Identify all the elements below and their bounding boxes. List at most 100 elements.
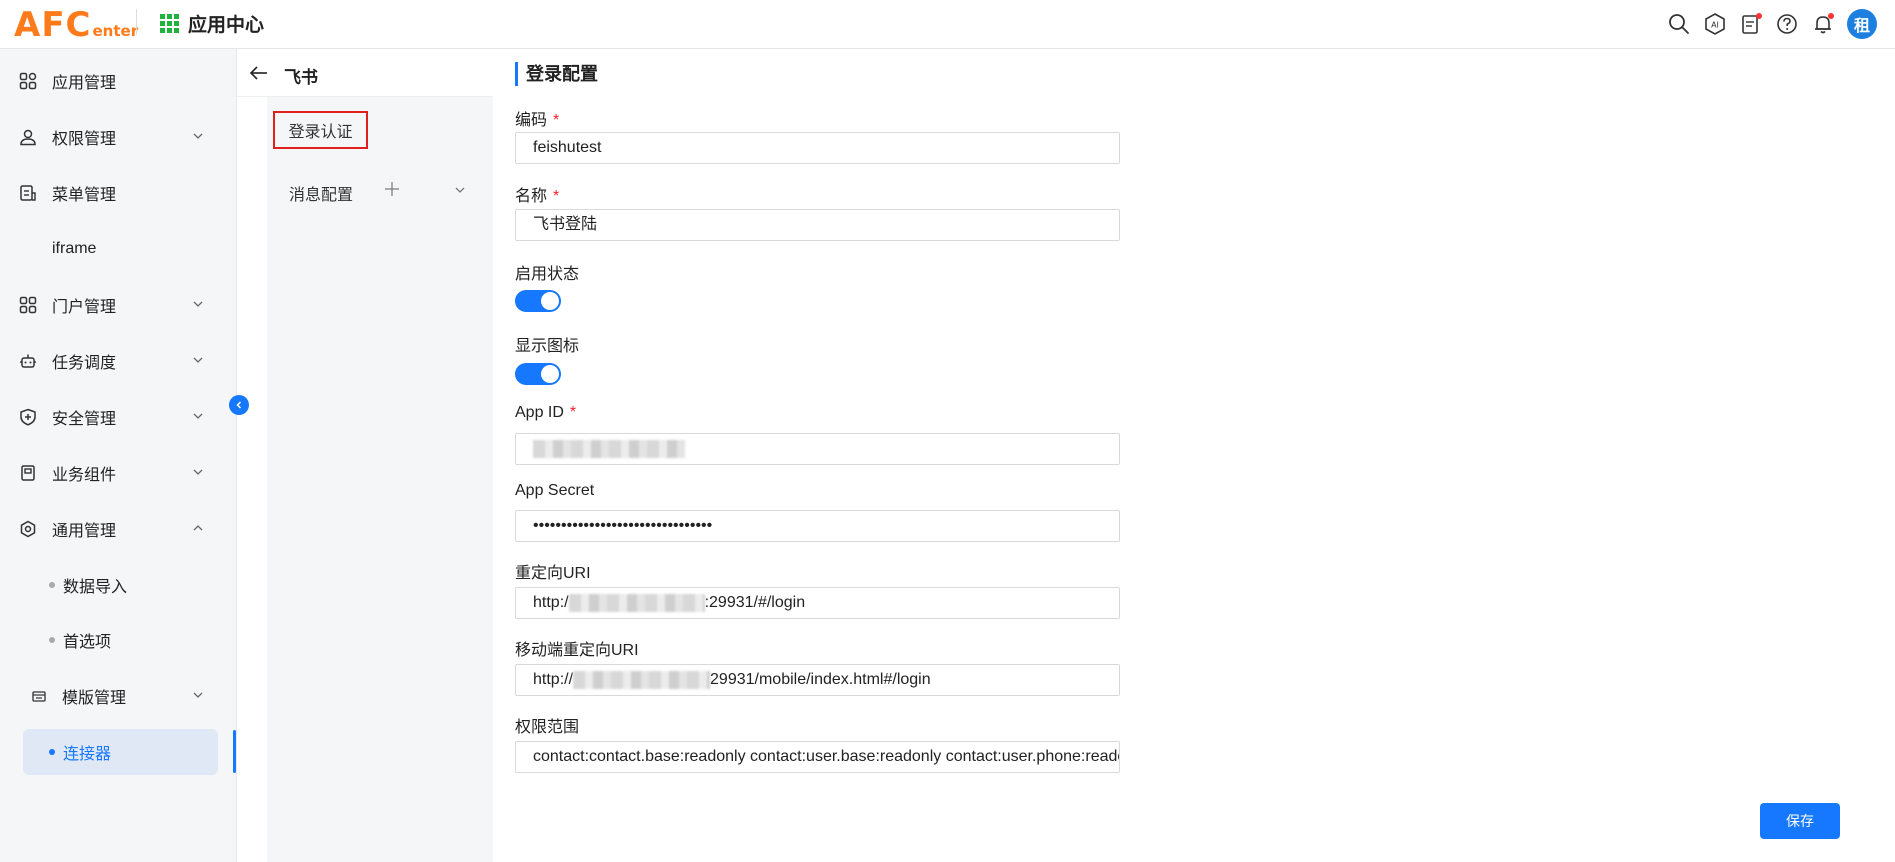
sidebar-item-label: 应用管理 — [52, 75, 117, 92]
app-center-link[interactable]: 应用中心 — [160, 10, 264, 37]
component-icon — [17, 462, 39, 484]
sidebar-collapse-button[interactable] — [229, 395, 249, 415]
required-mark: * — [553, 188, 560, 205]
menu-item-login-auth[interactable]: 登录认证 — [273, 111, 368, 149]
chevron-down-icon — [193, 413, 203, 419]
bell-badge — [1828, 13, 1834, 19]
chevron-down-icon[interactable] — [454, 184, 466, 196]
sidebar-item-app-management[interactable]: 应用管理 — [0, 61, 237, 101]
chevron-down-icon — [193, 133, 203, 139]
sidebar-item-permission[interactable]: 权限管理 — [0, 117, 237, 157]
app-secret-label: App Secret — [515, 482, 595, 499]
afc-logo[interactable]: AFC enter — [14, 2, 138, 42]
code-label: 编码 * — [515, 106, 559, 130]
app-grid-icon — [160, 13, 180, 34]
robot-icon — [17, 350, 39, 372]
connector-title: 飞书 — [284, 68, 318, 87]
mobile-redirect-uri-input[interactable]: http:// 29931/mobile/index.html#/login — [515, 664, 1120, 696]
user-icon — [17, 126, 39, 148]
save-button[interactable]: 保存 — [1760, 803, 1840, 839]
settings-hex-icon — [17, 518, 39, 540]
enable-status-label: 启用状态 — [515, 266, 580, 283]
enable-status-toggle[interactable] — [515, 290, 561, 312]
redirect-uri-label: 重定向URI — [515, 565, 591, 582]
sidebar-item-business-component[interactable]: 业务组件 — [0, 453, 237, 493]
notes-icon[interactable] — [1739, 12, 1763, 36]
sidebar-item-label: 业务组件 — [52, 467, 117, 484]
sidebar-item-iframe[interactable]: iframe — [0, 229, 237, 269]
scope-input[interactable]: contact:contact.base:readonly contact:us… — [515, 741, 1120, 773]
sidebar-subitem-label: 首选项 — [63, 634, 112, 651]
code-input[interactable]: feishutest — [515, 132, 1120, 164]
menu-item-message-config[interactable]: 消息配置 — [289, 181, 353, 205]
redacted-host — [568, 593, 705, 612]
svg-text:AI: AI — [1711, 21, 1719, 30]
sidebar: 应用管理 权限管理 菜单管理 iframe 门户管理 任务调度 安全管理 业务组… — [0, 49, 237, 862]
required-mark: * — [569, 404, 577, 421]
bullet-dot — [49, 749, 55, 755]
apps-icon — [17, 70, 39, 92]
sidebar-item-task-schedule[interactable]: 任务调度 — [0, 341, 237, 381]
redirect-prefix: http:/ — [533, 594, 569, 611]
sidebar-item-label: 门户管理 — [52, 299, 117, 316]
app-id-input[interactable] — [515, 433, 1120, 465]
back-arrow-icon[interactable] — [249, 64, 269, 82]
sidebar-item-label: 模版管理 — [62, 690, 127, 707]
top-header: AFC enter 应用中心 AI 租 — [0, 0, 1895, 49]
connector-header: 飞书 — [237, 49, 493, 97]
sidebar-item-label: iframe — [52, 240, 97, 257]
show-icon-toggle[interactable] — [515, 363, 561, 385]
notes-badge — [1756, 13, 1762, 19]
mobile-redirect-uri-label: 移动端重定向URI — [515, 642, 639, 659]
code-value: feishutest — [533, 139, 602, 156]
toggle-knob — [541, 365, 559, 383]
sidebar-item-label: 通用管理 — [52, 523, 117, 540]
ai-icon[interactable]: AI — [1703, 12, 1727, 36]
name-input[interactable]: 飞书登陆 — [515, 209, 1120, 241]
template-icon — [28, 685, 50, 707]
chevron-down-icon — [193, 469, 203, 475]
header-divider — [136, 9, 137, 35]
sidebar-item-template[interactable]: 模版管理 — [0, 676, 237, 716]
chevron-down-icon — [193, 357, 203, 363]
connector-menu: 登录认证 消息配置 — [267, 97, 493, 862]
help-icon[interactable] — [1775, 12, 1799, 36]
sidebar-subitem-label: 数据导入 — [63, 579, 128, 596]
sidebar-item-label: 菜单管理 — [52, 187, 117, 204]
name-value: 飞书登陆 — [533, 216, 598, 233]
app-secret-input[interactable]: •••••••••••••••••••••••••••••••• — [515, 510, 1120, 542]
sidebar-item-label: 安全管理 — [52, 411, 117, 428]
bell-icon[interactable] — [1811, 12, 1835, 36]
sidebar-item-label: 权限管理 — [52, 131, 117, 148]
redirect-uri-input[interactable]: http:/:29931/#/login — [515, 587, 1120, 619]
user-avatar[interactable]: 租 — [1847, 9, 1877, 39]
sidebar-subitem-connector[interactable]: 连接器 — [23, 729, 218, 775]
sidebar-item-general[interactable]: 通用管理 — [0, 509, 237, 549]
portal-icon — [17, 294, 39, 316]
header-actions: AI 租 — [1667, 9, 1877, 39]
app-center-title: 应用中心 — [188, 15, 265, 36]
name-label: 名称 * — [515, 182, 559, 206]
menu-doc-icon — [17, 182, 39, 204]
sidebar-item-portal[interactable]: 门户管理 — [0, 285, 237, 325]
sidebar-item-security[interactable]: 安全管理 — [0, 397, 237, 437]
redacted-host — [573, 670, 711, 689]
add-icon[interactable] — [383, 180, 401, 198]
app-id-label: App ID * — [515, 404, 576, 422]
sidebar-subitem-preferences[interactable]: 首选项 — [0, 620, 237, 660]
chevron-down-icon — [193, 692, 203, 698]
mobile-redirect-suffix: 29931/mobile/index.html#/login — [710, 671, 931, 688]
scope-label: 权限范围 — [515, 719, 580, 736]
chevron-up-icon — [193, 525, 203, 531]
logo-main-text: AFC — [14, 5, 92, 45]
scope-value: contact:contact.base:readonly contact:us… — [533, 748, 1120, 765]
active-indicator-bar — [233, 730, 236, 773]
section-title: 登录配置 — [515, 62, 598, 86]
sidebar-subitem-data-import[interactable]: 数据导入 — [0, 565, 237, 605]
chevron-down-icon — [193, 301, 203, 307]
code-label-text: 编码 — [515, 112, 548, 129]
sidebar-item-label: 任务调度 — [52, 355, 117, 372]
sidebar-item-menu[interactable]: 菜单管理 — [0, 173, 237, 213]
bullet-dot — [49, 582, 55, 588]
search-icon[interactable] — [1667, 12, 1691, 36]
